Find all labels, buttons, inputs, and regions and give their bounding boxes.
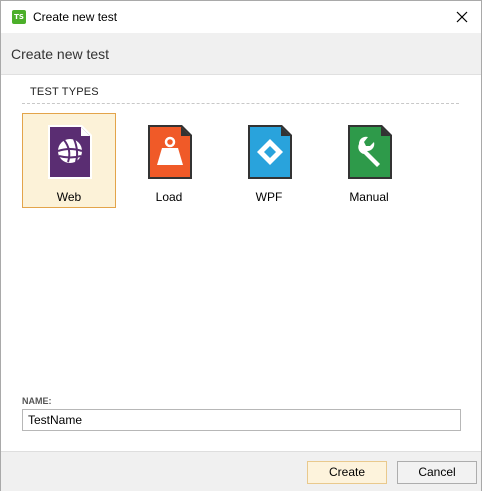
test-type-manual[interactable]: Manual <box>322 113 416 208</box>
diamond-icon <box>248 125 292 179</box>
test-type-web[interactable]: Web <box>22 113 116 208</box>
dialog-footer: Create Cancel <box>1 451 481 491</box>
title-bar: TS Create new test <box>1 1 481 32</box>
test-type-label: Manual <box>349 190 389 204</box>
section-divider <box>22 103 459 104</box>
test-type-label: Load <box>155 190 183 204</box>
dialog-heading: Create new test <box>11 46 110 62</box>
test-types-heading: TEST TYPES <box>30 86 99 98</box>
name-label: NAME: <box>22 396 52 406</box>
test-type-label: Web <box>56 190 82 204</box>
create-button[interactable]: Create <box>307 461 387 484</box>
close-button[interactable] <box>451 6 473 28</box>
create-test-dialog: TS Create new test Create new test TEST … <box>0 0 482 491</box>
close-icon <box>456 11 468 23</box>
test-name-input[interactable] <box>22 409 461 431</box>
app-icon: TS <box>12 10 26 24</box>
globe-icon <box>48 125 92 179</box>
window-title: Create new test <box>33 10 118 24</box>
cancel-button[interactable]: Cancel <box>397 461 477 484</box>
test-type-label: WPF <box>255 190 283 204</box>
weight-icon <box>148 125 192 179</box>
test-type-wpf[interactable]: WPF <box>222 113 316 208</box>
test-type-load[interactable]: Load <box>122 113 216 208</box>
wrench-icon <box>348 125 392 179</box>
dialog-header: Create new test <box>1 33 481 75</box>
